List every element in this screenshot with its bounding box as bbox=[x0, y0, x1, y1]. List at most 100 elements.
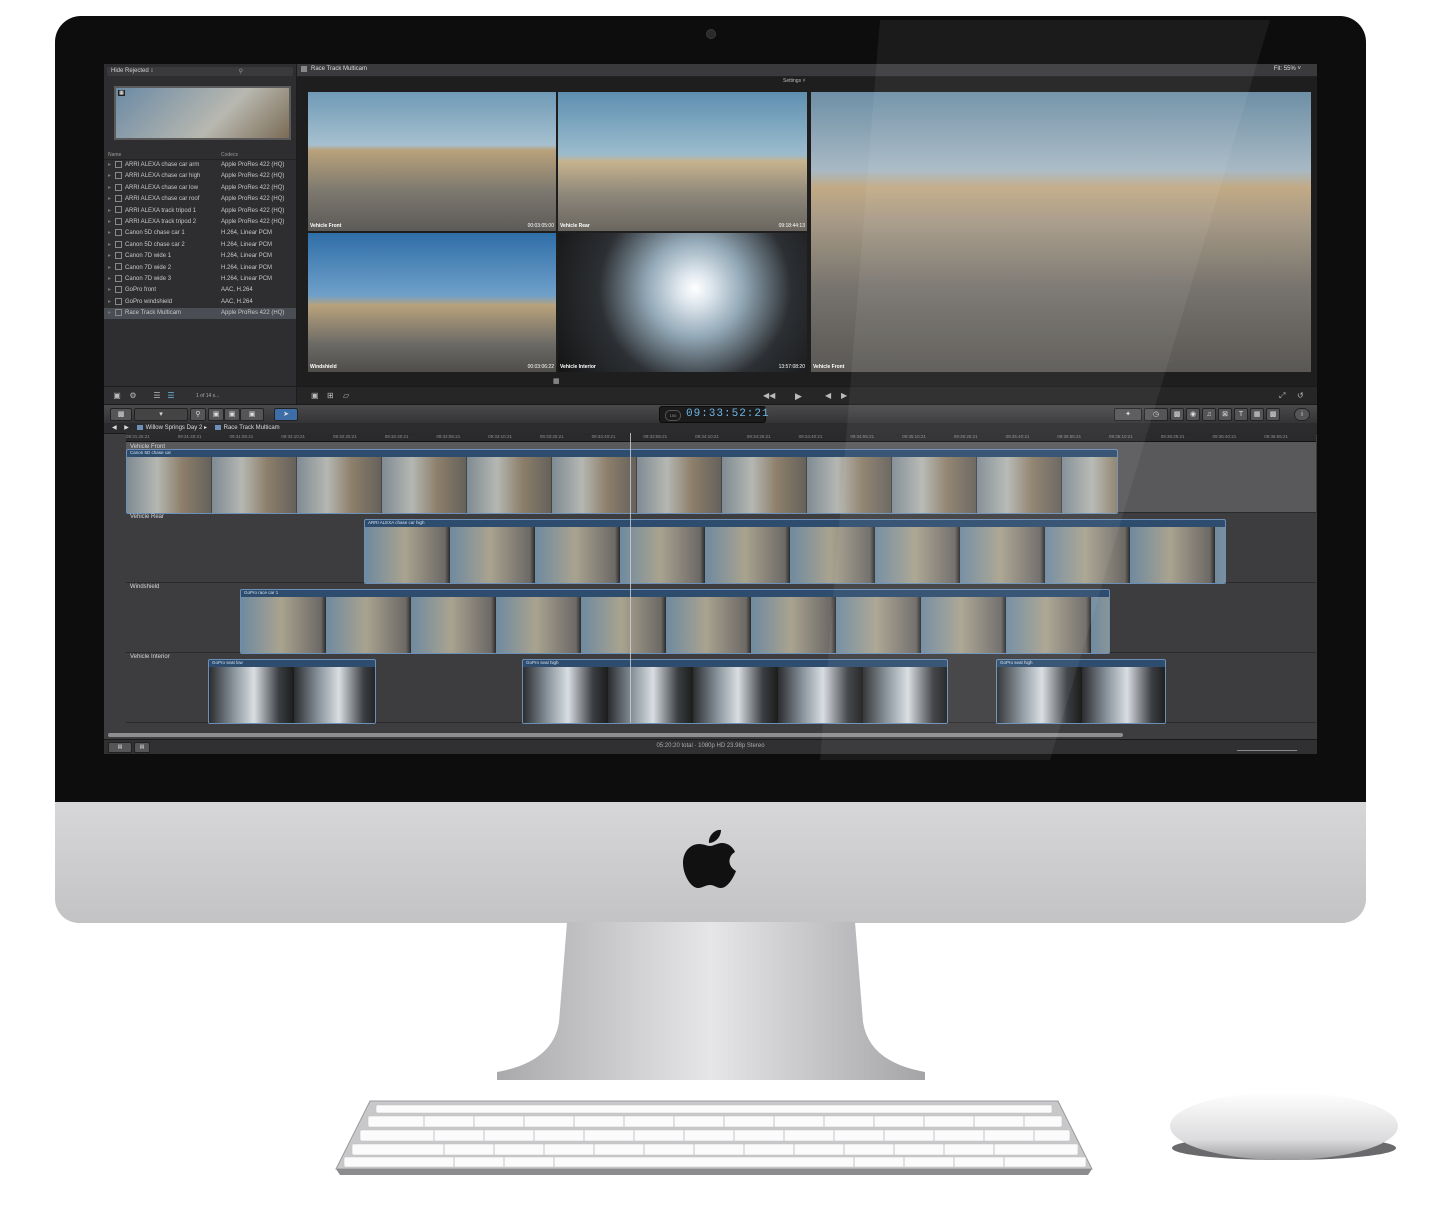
list-item[interactable]: ▸ Race Track Multicam Apple ProRes 422 (HQ… bbox=[104, 308, 296, 320]
titles-browser-icon[interactable]: T bbox=[1234, 408, 1248, 421]
disclosure-triangle-icon[interactable]: ▸ bbox=[108, 265, 111, 271]
zoom-icon[interactable]: ⚲ bbox=[190, 408, 206, 421]
clip[interactable]: GoPro seat low bbox=[208, 659, 376, 724]
forward-icon[interactable]: ▶ bbox=[124, 425, 129, 431]
generators-browser-icon[interactable]: ▦ bbox=[1250, 408, 1264, 421]
breadcrumb-clip[interactable]: Race Track Multicam bbox=[224, 425, 280, 431]
distort-icon[interactable]: ▱ bbox=[343, 391, 349, 400]
play-icon[interactable]: ▶ bbox=[795, 391, 802, 402]
media-button[interactable]: ▾ bbox=[134, 408, 188, 421]
clip[interactable]: GoPro race car 1 bbox=[240, 589, 1110, 654]
clip-name: GoPro seat high bbox=[1000, 660, 1033, 665]
audio-meter-badge: 100 bbox=[665, 410, 681, 421]
connect-edit-icon[interactable]: ▣ bbox=[208, 408, 224, 421]
list-item[interactable]: ▸ ARRI ALEXA chase car roof Apple ProRes 4… bbox=[104, 194, 296, 205]
disclosure-triangle-icon[interactable]: ▸ bbox=[108, 196, 111, 202]
project-icon bbox=[136, 424, 143, 430]
dashboard-timecode[interactable]: 100 09:33:52:21 bbox=[659, 406, 769, 423]
insert-edit-icon[interactable]: ▣ bbox=[224, 408, 240, 421]
angle-track-vehicle-interior[interactable]: Vehicle Interior GoPro seat low GoPro se… bbox=[126, 652, 1316, 724]
clip[interactable]: ARRI ALEXA chase car high bbox=[364, 519, 1226, 584]
crop-icon[interactable]: ⊞ bbox=[327, 391, 334, 400]
disclosure-triangle-icon[interactable]: ▸ bbox=[108, 230, 111, 236]
fullscreen-icon[interactable]: ⤢ bbox=[1279, 391, 1285, 401]
time-ruler[interactable]: 09:31:25:21 09:31:40:21 09:31:55:21 09:32:1… bbox=[126, 433, 1316, 442]
breadcrumb-project[interactable]: Willow Springs Day 2 bbox=[146, 425, 203, 431]
list-item[interactable]: ▸ ARRI ALEXA chase car high Apple ProRes 4… bbox=[104, 171, 296, 182]
inspector-video-icon[interactable]: ▩ bbox=[1170, 408, 1184, 421]
previous-frame-icon[interactable]: ◀ bbox=[825, 391, 831, 400]
screen: Hide Rejected ↕ ⚲ ▦ Name Codecs ▸ ARRI AL… bbox=[104, 64, 1317, 754]
ruler-tick-label: 09:32:25:21 bbox=[332, 434, 357, 439]
transform-icon[interactable]: ▣ bbox=[311, 391, 319, 400]
angle-track-windshield[interactable]: Windshield GoPro race car 1 bbox=[126, 582, 1316, 654]
import-button[interactable]: ▩ bbox=[110, 408, 132, 421]
disclosure-triangle-icon[interactable]: ▸ bbox=[108, 173, 111, 179]
transitions-browser-icon[interactable]: ⊠ bbox=[1218, 408, 1232, 421]
playhead[interactable] bbox=[630, 433, 631, 723]
disclosure-triangle-icon[interactable]: ▸ bbox=[108, 310, 111, 316]
back-icon[interactable]: ◀ bbox=[112, 425, 117, 431]
clip[interactable]: GoPro seat high bbox=[996, 659, 1166, 724]
list-item[interactable]: ▸ Canon 7D wide 1 H.264, Linear PCM bbox=[104, 251, 296, 262]
retime-icon[interactable]: ◷ bbox=[1144, 408, 1168, 421]
disclosure-triangle-icon[interactable]: ▸ bbox=[108, 299, 111, 305]
filter-popup[interactable]: Hide Rejected ↕ ⚲ bbox=[107, 67, 293, 76]
camera-icon bbox=[706, 29, 716, 39]
timeline-scrollbar[interactable] bbox=[108, 733, 1123, 737]
list-item[interactable]: ▸ ARRI ALEXA chase car arm Apple ProRes 42… bbox=[104, 160, 296, 171]
loop-icon[interactable]: ↺ bbox=[1297, 391, 1304, 400]
main-viewer[interactable]: Vehicle Front bbox=[811, 92, 1311, 372]
angle-grid-icon[interactable]: ▦ bbox=[553, 377, 560, 385]
clip[interactable]: Canon 5D chase car bbox=[126, 449, 1118, 514]
append-edit-icon[interactable]: ▣ bbox=[240, 408, 264, 421]
angle-viewer-vehicle-front[interactable]: Vehicle Front 00:03:05:00 bbox=[308, 92, 556, 231]
column-codec[interactable]: Codecs bbox=[221, 152, 296, 159]
zoom-fit-popup[interactable]: Fit: 55% ˅ bbox=[1274, 66, 1301, 72]
disclosure-triangle-icon[interactable]: ▸ bbox=[108, 185, 111, 191]
list-view-icon[interactable]: ☰ bbox=[152, 391, 162, 400]
ruler-tick-label: 09:31:55:21 bbox=[229, 434, 254, 439]
list-item[interactable]: ▸ ARRI ALEXA chase car low Apple ProRes 42… bbox=[104, 183, 296, 194]
angle-viewer-vehicle-rear[interactable]: Vehicle Rear 09:18:44:13 bbox=[558, 92, 807, 231]
music-browser-icon[interactable]: ♫ bbox=[1202, 408, 1216, 421]
zoom-slider[interactable] bbox=[1237, 743, 1297, 751]
clip[interactable]: GoPro seat high bbox=[522, 659, 948, 724]
inspector-icon[interactable]: i bbox=[1294, 408, 1310, 421]
disclosure-triangle-icon[interactable]: ▸ bbox=[108, 219, 111, 225]
list-item[interactable]: ▸ Canon 7D wide 2 H.264, Linear PCM bbox=[104, 263, 296, 274]
list-item[interactable]: ▸ GoPro front AAC, H.264 bbox=[104, 285, 296, 296]
previous-edit-icon[interactable]: ◀◀ bbox=[763, 391, 775, 400]
disclosure-triangle-icon[interactable]: ▸ bbox=[108, 242, 111, 248]
list-item[interactable]: ▸ GoPro windshield AAC, H.264 bbox=[104, 297, 296, 308]
photo-browser-icon[interactable]: ◉ bbox=[1186, 408, 1200, 421]
disclosure-triangle-icon[interactable]: ▸ bbox=[108, 208, 111, 214]
clip-icon bbox=[115, 206, 123, 214]
disclosure-triangle-icon[interactable]: ▸ bbox=[108, 276, 111, 282]
angle-viewer-vehicle-interior[interactable]: Vehicle Interior 13:57:08:20 bbox=[558, 233, 807, 372]
angle-track-vehicle-front[interactable]: Vehicle Front Canon 5D chase car bbox=[126, 442, 1316, 514]
column-name[interactable]: Name bbox=[108, 152, 220, 159]
event-toggle-icon[interactable]: ▣ bbox=[112, 391, 122, 400]
enhancements-icon[interactable]: ✦ bbox=[1114, 408, 1142, 421]
angle-track-vehicle-rear[interactable]: Vehicle Rear ARRI ALEXA chase car high bbox=[126, 512, 1316, 584]
search-icon[interactable]: ⚲ bbox=[239, 68, 243, 75]
list-item[interactable]: ▸ Canon 5D chase car 1 H.264, Linear PCM bbox=[104, 228, 296, 239]
angle-viewer-settings[interactable]: Settings ˅ bbox=[783, 78, 805, 84]
list-item[interactable]: ▸ Canon 5D chase car 2 H.264, Linear PCM bbox=[104, 240, 296, 251]
filmstrip-view-icon[interactable]: ☰ bbox=[166, 391, 176, 400]
select-tool-icon[interactable]: ➤ bbox=[274, 408, 298, 421]
event-browser: Hide Rejected ↕ ⚲ ▦ Name Codecs ▸ ARRI AL… bbox=[104, 64, 297, 405]
disclosure-triangle-icon[interactable]: ▸ bbox=[108, 253, 111, 259]
list-item[interactable]: ▸ ARRI ALEXA track tripod 1 Apple ProRes 4… bbox=[104, 206, 296, 217]
list-item[interactable]: ▸ ARRI ALEXA track tripod 2 Apple ProRes 4… bbox=[104, 217, 296, 228]
next-frame-icon[interactable]: ▶ bbox=[841, 391, 847, 400]
ruler-tick-label: 09:35:55:21 bbox=[1057, 434, 1082, 439]
gear-icon[interactable]: ⚙ bbox=[128, 391, 138, 400]
disclosure-triangle-icon[interactable]: ▸ bbox=[108, 162, 111, 168]
themes-browser-icon[interactable]: ▩ bbox=[1266, 408, 1280, 421]
selected-clip-thumbnail[interactable]: ▦ bbox=[114, 86, 291, 140]
disclosure-triangle-icon[interactable]: ▸ bbox=[108, 287, 111, 293]
angle-viewer-windshield[interactable]: Windshield 00:03:06:22 bbox=[308, 233, 556, 372]
list-item[interactable]: ▸ Canon 7D wide 3 H.264, Linear PCM bbox=[104, 274, 296, 285]
